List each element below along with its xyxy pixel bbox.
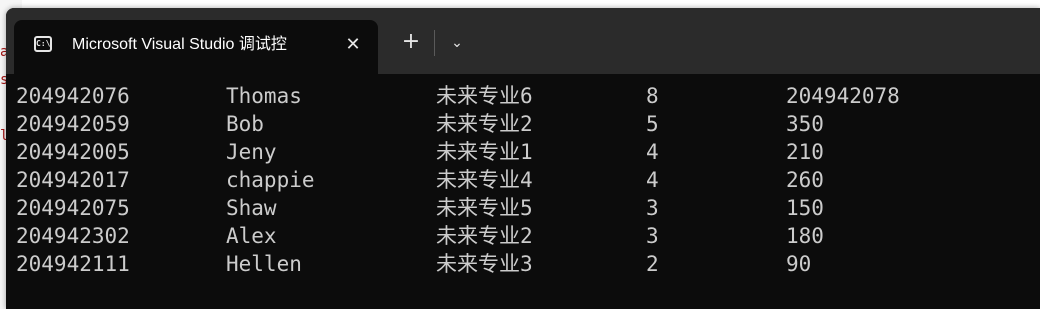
row-count: 2 (646, 252, 659, 276)
row-value: 204942078 (786, 84, 900, 108)
row-value: 350 (786, 112, 824, 136)
table-row: 204942005 Jeny 未来专业1 4 210 (6, 138, 1040, 166)
row-name: Hellen (226, 252, 302, 276)
row-major: 未来专业5 (436, 196, 533, 220)
new-tab-button[interactable]: + (398, 30, 424, 56)
terminal-window: C:\ Microsoft Visual Studio 调试控 ✕ + ⌄ 20… (6, 8, 1040, 309)
chevron-down-icon[interactable]: ⌄ (444, 30, 470, 56)
row-name: chappie (226, 168, 315, 192)
row-id: 204942111 (16, 252, 130, 276)
row-count: 3 (646, 224, 659, 248)
row-count: 8 (646, 84, 659, 108)
row-count: 4 (646, 168, 659, 192)
row-id: 204942005 (16, 140, 130, 164)
row-count: 3 (646, 196, 659, 220)
row-value: 180 (786, 224, 824, 248)
table-row: 204942017 chappie 未来专业4 4 260 (6, 166, 1040, 194)
row-major: 未来专业6 (436, 84, 533, 108)
table-row: 204942076 Thomas 未来专业6 8 204942078 (6, 82, 1040, 110)
divider (434, 30, 435, 56)
row-major: 未来专业4 (436, 168, 533, 192)
tab-title: Microsoft Visual Studio 调试控 (72, 36, 287, 53)
tab-debug-console[interactable]: C:\ Microsoft Visual Studio 调试控 ✕ (14, 20, 378, 74)
row-name: Jeny (226, 140, 277, 164)
table-row: 204942111 Hellen 未来专业3 2 90 (6, 250, 1040, 278)
row-id: 204942302 (16, 224, 130, 248)
close-tab-button[interactable]: ✕ (340, 32, 366, 58)
row-value: 90 (786, 252, 812, 276)
console-output[interactable]: 204942076 Thomas 未来专业6 8 204942078 20494… (6, 74, 1040, 309)
row-id: 204942059 (16, 112, 130, 136)
table-row: 204942075 Shaw 未来专业5 3 150 (6, 194, 1040, 222)
row-count: 5 (646, 112, 659, 136)
row-name: Bob (226, 112, 264, 136)
row-major: 未来专业3 (436, 252, 533, 276)
table-row: 204942059 Bob 未来专业2 5 350 (6, 110, 1040, 138)
row-id: 204942075 (16, 196, 130, 220)
row-major: 未来专业1 (436, 140, 533, 164)
row-major: 未来专业2 (436, 112, 533, 136)
row-name: Shaw (226, 196, 277, 220)
console-icon: C:\ (34, 36, 52, 52)
row-value: 210 (786, 140, 824, 164)
row-count: 4 (646, 140, 659, 164)
title-bar: C:\ Microsoft Visual Studio 调试控 ✕ + ⌄ (6, 8, 1040, 74)
row-value: 260 (786, 168, 824, 192)
row-value: 150 (786, 196, 824, 220)
row-id: 204942017 (16, 168, 130, 192)
row-name: Alex (226, 224, 277, 248)
row-major: 未来专业2 (436, 224, 533, 248)
table-row: 204942302 Alex 未来专业2 3 180 (6, 222, 1040, 250)
row-id: 204942076 (16, 84, 130, 108)
row-name: Thomas (226, 84, 302, 108)
